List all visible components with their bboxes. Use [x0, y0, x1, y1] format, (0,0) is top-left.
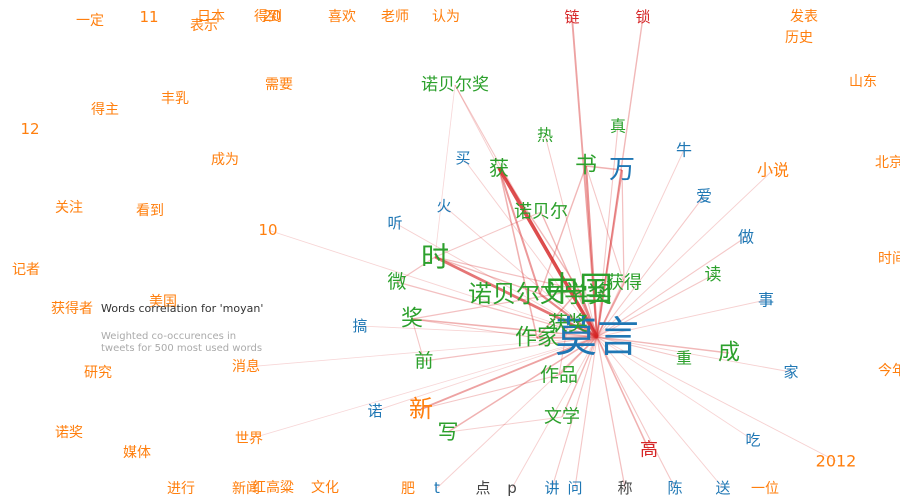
word-node-46: 喜欢 — [328, 9, 356, 25]
word-node-79: 问 — [567, 479, 582, 497]
word-node-57: 关注 — [55, 200, 83, 216]
word-node-22: 读 — [705, 265, 722, 285]
word-node-84: 锁 — [635, 8, 650, 26]
word-node-23: 重 — [676, 349, 692, 368]
word-node-3: 获得 — [606, 273, 642, 294]
chart-subtitle-line-2: tweets for 500 most used words — [101, 343, 263, 354]
word-node-48: 认为 — [432, 9, 460, 25]
word-node-13: 前 — [414, 350, 433, 372]
word-node-63: 消息 — [232, 358, 260, 375]
word-node-76: 点 — [475, 479, 490, 497]
word-node-47: 老师 — [381, 9, 409, 25]
word-node-24: 牛 — [676, 141, 692, 160]
word-node-59: 记者 — [12, 262, 40, 278]
word-node-65: 今年 — [878, 363, 900, 379]
word-node-61: 获得者 — [51, 300, 93, 317]
word-node-74: 一位 — [751, 481, 779, 497]
word-node-81: 陈 — [667, 479, 682, 497]
word-node-32: 听 — [387, 214, 402, 232]
word-node-8: 诺贝尔 — [514, 202, 568, 223]
word-node-11: 奖 — [401, 307, 423, 332]
word-node-2: 诺贝尔文学奖 — [468, 280, 612, 308]
word-node-30: 买 — [455, 149, 470, 167]
nodes-layer: 莫言中国诺贝尔文学奖获得作家获奖作品文学诺贝尔诺贝尔奖时奖微前写新获 书热 真万成读… — [12, 7, 900, 497]
word-node-73: 肥 — [401, 481, 415, 497]
word-node-72: 文化 — [311, 480, 339, 496]
word-node-29: 吃 — [745, 431, 760, 449]
word-node-83: 链 — [564, 8, 579, 26]
word-node-34: 诺 — [367, 402, 382, 420]
word-node-12: 微 — [387, 271, 406, 293]
word-node-51: 需要 — [265, 77, 293, 93]
word-node-36: 小说 — [757, 161, 789, 180]
edges-layer — [245, 16, 837, 489]
word-node-75: t — [434, 479, 440, 497]
word-node-69: 进行 — [167, 481, 195, 497]
word-node-54: 成为 — [211, 152, 239, 168]
word-node-21: 成 — [718, 341, 740, 366]
word-node-64: 研究 — [84, 365, 112, 381]
word-node-53: 丰乳 — [161, 91, 189, 107]
word-node-80: 称 — [617, 479, 632, 497]
word-node-10: 时 — [421, 241, 449, 274]
word-node-9: 诺贝尔奖 — [421, 75, 489, 95]
word-node-55: 山东 — [849, 74, 877, 90]
word-node-35: 高 — [640, 440, 658, 461]
edge-诺贝尔奖-时 — [434, 84, 456, 258]
word-node-38: 10 — [258, 221, 277, 239]
word-node-67: 世界 — [235, 431, 263, 447]
word-node-33: 搞 — [352, 317, 367, 335]
word-node-71: 红高粱 — [252, 479, 294, 496]
word-node-68: 媒体 — [123, 445, 151, 461]
edge-获-作家 — [498, 167, 538, 339]
word-node-39: 12 — [20, 120, 39, 138]
word-node-78: 讲 — [544, 479, 559, 497]
word-node-60: 时间 — [878, 251, 900, 267]
word-node-66: 诺奖 — [55, 424, 83, 441]
word-node-17: 书 — [575, 154, 597, 179]
word-node-50: 历史 — [785, 30, 813, 46]
word-node-42: 一定 — [76, 13, 104, 29]
word-node-49: 发表 — [790, 9, 818, 25]
edge-万-获得 — [621, 169, 625, 284]
word-node-14: 写 — [438, 420, 459, 444]
word-node-58: 看到 — [136, 203, 164, 219]
word-network-chart: 莫言中国诺贝尔文学奖获得作家获奖作品文学诺贝尔诺贝尔奖时奖微前写新获 书热 真万成读… — [12, 7, 900, 497]
word-node-16: 获 — [489, 156, 509, 180]
word-node-31: 火 — [436, 197, 451, 215]
word-node-25: 爱 — [696, 187, 712, 206]
word-node-28: 家 — [783, 363, 798, 381]
word-node-56: 北京 — [875, 155, 900, 171]
chart-subtitle-line-1: Weighted co-occurences in — [101, 331, 237, 342]
word-node-7: 文学 — [544, 407, 580, 428]
word-node-18: 热 — [537, 126, 553, 145]
word-node-26: 做 — [738, 228, 754, 247]
word-node-77: p — [507, 479, 517, 497]
word-node-82: 送 — [715, 479, 730, 497]
word-node-44: 表示 — [190, 18, 218, 34]
word-node-37: 2012 — [816, 452, 857, 471]
word-node-5: 获奖 — [548, 311, 588, 335]
chart-title: Words correlation for 'moyan' — [101, 302, 264, 315]
word-node-52: 得主 — [91, 101, 119, 118]
word-node-40: 11 — [139, 8, 158, 26]
word-node-6: 作品 — [540, 364, 578, 386]
word-node-20: 万 — [609, 155, 635, 185]
word-node-15: 新 — [409, 395, 433, 423]
word-node-27: 事 — [758, 291, 774, 310]
word-node-45: 得到 — [254, 8, 282, 25]
word-node-19: 真 — [610, 117, 626, 136]
chart-subtitle: Weighted co-occurences in tweets for 500… — [101, 331, 301, 355]
